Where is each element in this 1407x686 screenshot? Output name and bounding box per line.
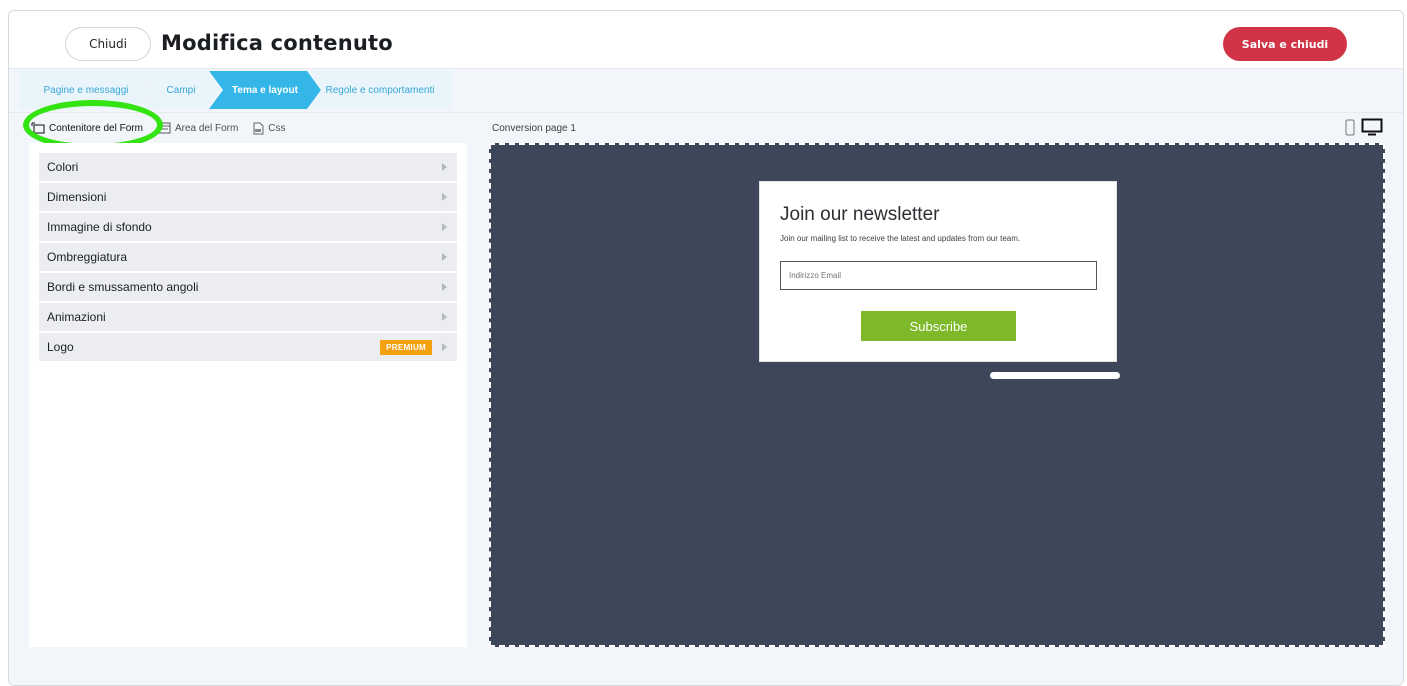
work-area: Contenitore del Form Area del Form Css C… bbox=[9, 100, 1403, 685]
resize-handle[interactable] bbox=[990, 372, 1120, 379]
subscribe-button[interactable]: Subscribe bbox=[861, 311, 1016, 341]
accordion-item-logo[interactable]: Logo PREMIUM bbox=[39, 333, 457, 361]
form-subtitle: Join our mailing list to receive the lat… bbox=[780, 234, 1021, 243]
form-title: Join our newsletter bbox=[780, 204, 940, 225]
tab-label: Css bbox=[268, 122, 286, 134]
header: Chiudi Modifica contenuto Salva e chiudi bbox=[9, 11, 1403, 69]
chevron-right-icon bbox=[442, 163, 447, 171]
accordion-label: Immagine di sfondo bbox=[47, 220, 152, 234]
form-area-icon bbox=[157, 122, 171, 134]
settings-panel: Colori Dimensioni Immagine di sfondo Omb… bbox=[29, 143, 467, 647]
close-button[interactable]: Chiudi bbox=[65, 27, 151, 61]
preview-page-label: Conversion page 1 bbox=[492, 123, 576, 134]
save-and-close-button[interactable]: Salva e chiudi bbox=[1223, 27, 1347, 61]
container-icon bbox=[31, 122, 45, 134]
tab-contenitore-del-form[interactable]: Contenitore del Form bbox=[31, 122, 143, 134]
email-field[interactable] bbox=[780, 261, 1097, 290]
chevron-right-icon bbox=[442, 343, 447, 351]
chevron-right-icon bbox=[442, 313, 447, 321]
accordion-label: Dimensioni bbox=[47, 190, 107, 204]
accordion-item-animazioni[interactable]: Animazioni bbox=[39, 303, 457, 331]
step-regole-e-comportamenti[interactable]: Regole e comportamenti bbox=[309, 71, 451, 109]
editor-window: Chiudi Modifica contenuto Salva e chiudi… bbox=[8, 10, 1404, 686]
step-campi[interactable]: Campi bbox=[141, 71, 221, 109]
chevron-right-icon bbox=[442, 193, 447, 201]
newsletter-form-card[interactable]: Join our newsletter Join our mailing lis… bbox=[759, 181, 1117, 362]
accordion-item-bordi[interactable]: Bordi e smussamento angoli bbox=[39, 273, 457, 301]
premium-badge: PREMIUM bbox=[380, 339, 432, 355]
tab-css[interactable]: Css bbox=[252, 122, 286, 135]
device-switcher bbox=[1345, 118, 1383, 141]
tab-label: Contenitore del Form bbox=[49, 122, 143, 134]
chevron-right-icon bbox=[442, 253, 447, 261]
accordion-label: Colori bbox=[47, 160, 79, 174]
steps-bar: Pagine e messaggi Campi Tema e layout Re… bbox=[9, 69, 1403, 113]
mobile-icon[interactable] bbox=[1345, 119, 1355, 141]
tab-label: Area del Form bbox=[174, 122, 239, 134]
step-tema-e-layout[interactable]: Tema e layout bbox=[209, 71, 321, 109]
desktop-icon[interactable] bbox=[1361, 118, 1383, 141]
page-title: Modifica contenuto bbox=[161, 31, 393, 55]
left-tabs: Contenitore del Form Area del Form Css bbox=[31, 119, 286, 137]
accordion-label: Animazioni bbox=[47, 310, 106, 324]
tab-area-del-form[interactable]: Area del Form bbox=[157, 122, 238, 134]
preview-canvas[interactable]: Join our newsletter Join our mailing lis… bbox=[489, 143, 1385, 647]
step-pagine-e-messaggi[interactable]: Pagine e messaggi bbox=[19, 71, 153, 109]
settings-accordion: Colori Dimensioni Immagine di sfondo Omb… bbox=[29, 143, 467, 373]
accordion-label: Logo bbox=[47, 340, 74, 354]
css-file-icon bbox=[252, 122, 264, 135]
accordion-item-immagine-di-sfondo[interactable]: Immagine di sfondo bbox=[39, 213, 457, 241]
accordion-label: Bordi e smussamento angoli bbox=[47, 280, 199, 294]
wizard-steps: Pagine e messaggi Campi Tema e layout Re… bbox=[19, 71, 451, 109]
accordion-item-ombreggiatura[interactable]: Ombreggiatura bbox=[39, 243, 457, 271]
chevron-right-icon bbox=[442, 223, 447, 231]
chevron-right-icon bbox=[442, 283, 447, 291]
accordion-label: Ombreggiatura bbox=[47, 250, 128, 264]
accordion-item-colori[interactable]: Colori bbox=[39, 153, 457, 181]
accordion-item-dimensioni[interactable]: Dimensioni bbox=[39, 183, 457, 211]
